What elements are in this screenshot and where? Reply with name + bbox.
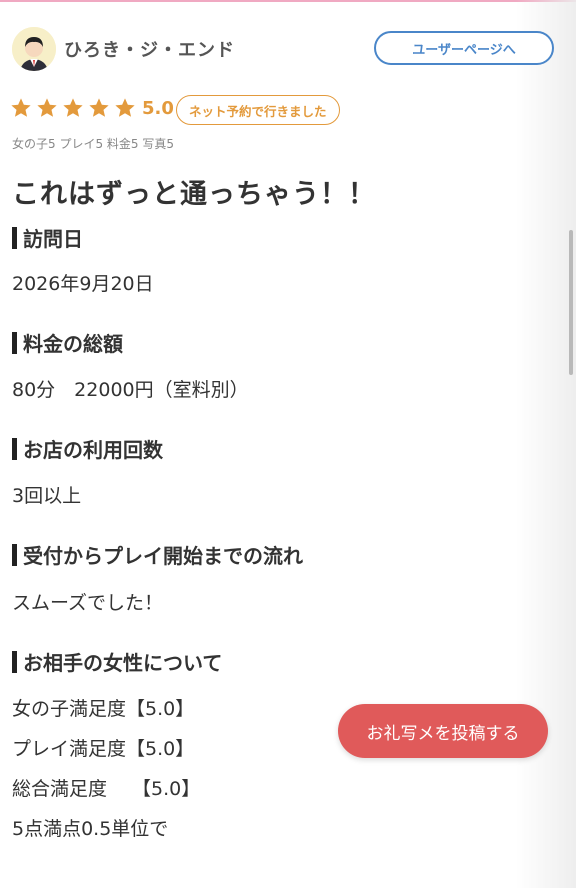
section-heading-reception-flow: 受付からプレイ開始までの流れ — [12, 540, 303, 569]
section-heading-total-price: 料金の総額 — [12, 328, 123, 357]
section-heading-visit-count: お店の利用回数 — [12, 434, 163, 463]
top-accent-line — [0, 0, 576, 2]
avatar-man-icon — [12, 27, 56, 71]
review-title: これはずっと通っちゃう！！ — [12, 179, 376, 210]
scrollbar[interactable] — [569, 230, 573, 375]
partner-satisfaction-list: 女の子満足度【5.0】 プレイ満足度【5.0】 総合満足度 【5.0】 5点満点… — [12, 689, 200, 849]
star-icon — [115, 98, 135, 117]
heading-marker — [12, 331, 17, 354]
star-rating — [10, 97, 140, 119]
heading-text: お相手の女性について — [23, 651, 223, 675]
heading-marker — [12, 437, 17, 460]
scale-note: 5点満点0.5単位で — [12, 818, 169, 840]
reservation-badge: ネット予約で行きました — [176, 95, 340, 125]
reviewer-name[interactable]: ひろき・ジ・エンド — [64, 36, 235, 62]
heading-text: お店の利用回数 — [23, 438, 163, 462]
sub-scores: 女の子5 プレイ5 料金5 写真5 — [12, 137, 174, 151]
heading-marker — [12, 650, 17, 673]
star-icon — [89, 98, 109, 117]
user-page-button[interactable]: ユーザーページへ — [374, 31, 554, 65]
girl-satisfaction: 女の子満足度【5.0】 — [12, 698, 195, 720]
reviewer-avatar[interactable] — [12, 27, 56, 71]
post-thanks-photo-button[interactable]: お礼写メを投稿する — [338, 704, 548, 758]
play-satisfaction: プレイ満足度【5.0】 — [12, 738, 195, 760]
star-icon — [11, 98, 31, 117]
heading-text: 受付からプレイ開始までの流れ — [23, 544, 303, 568]
reception-flow-value: スムーズでした！ — [12, 592, 164, 614]
overall-satisfaction: 総合満足度 【5.0】 — [12, 778, 201, 800]
visit-date-value: 2026年9月20日 — [12, 273, 154, 295]
heading-marker — [12, 543, 17, 566]
star-icon — [63, 98, 83, 117]
section-heading-visit-date: 訪問日 — [12, 223, 83, 252]
visit-count-value: 3回以上 — [12, 485, 82, 507]
total-price-value: 80分 22000円（室料別） — [12, 379, 249, 401]
rating-score: 5.0 — [142, 98, 174, 119]
heading-text: 料金の総額 — [23, 332, 123, 356]
heading-marker — [12, 226, 17, 249]
star-icon — [37, 98, 57, 117]
section-heading-about-partner: お相手の女性について — [12, 647, 222, 676]
heading-text: 訪問日 — [23, 227, 83, 251]
